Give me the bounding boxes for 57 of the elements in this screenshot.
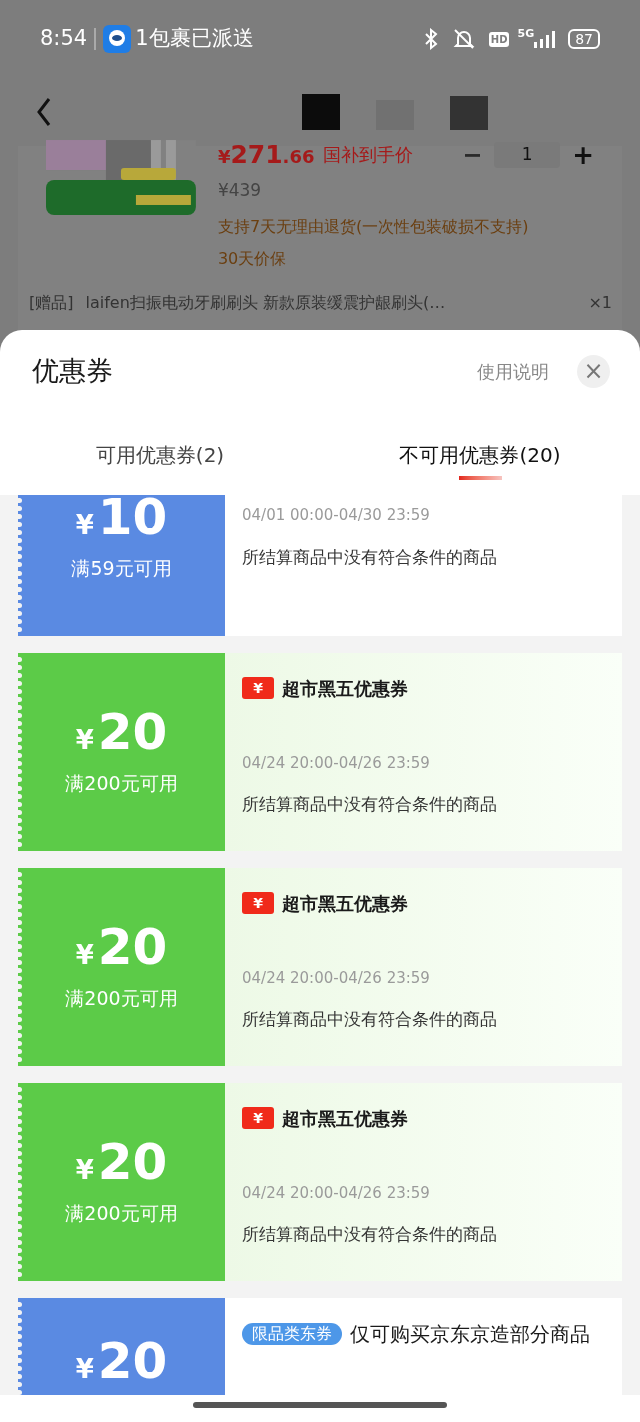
coupon-amount: 20 — [97, 1136, 168, 1187]
coupon-title: 超市黑五优惠券 — [282, 1106, 408, 1131]
yen-badge: ¥ — [242, 677, 274, 699]
gift-tag: [赠品] — [29, 291, 74, 315]
gift-quantity: ×1 — [588, 292, 612, 314]
coupon-validity: 04/24 20:00-04/26 23:59 — [242, 967, 431, 989]
original-price: ¥439 — [217, 178, 263, 202]
coupon-validity: 04/24 20:00-04/26 23:59 — [242, 1182, 431, 1204]
coupon-condition: 满59元可用 — [71, 555, 172, 581]
decrease-button[interactable]: − — [462, 136, 483, 173]
status-time: 8:54 — [40, 25, 88, 53]
gift-name: laifen扫振电动牙刷刷头 新款原装缓震护龈刷头(… — [85, 292, 447, 314]
coupon-title: 超市黑五优惠券 — [282, 676, 408, 701]
currency-symbol: ¥ — [75, 726, 94, 753]
coupon-validity: 04/01 00:00-04/30 23:59 — [242, 505, 431, 526]
currency-symbol: ¥ — [75, 1156, 94, 1183]
coupon-condition: 满200元可用 — [65, 985, 178, 1011]
coupon-tab[interactable]: 不可用优惠券(20) — [320, 412, 640, 495]
sheet-title: 优惠券 — [32, 353, 114, 388]
category-tag: 限品类东券 — [242, 1323, 342, 1345]
currency-symbol: ¥ — [75, 941, 94, 968]
increase-button[interactable]: + — [572, 141, 594, 168]
yen-badge: ¥ — [242, 892, 274, 914]
battery-indicator: 87 — [568, 29, 600, 49]
coupon-amount: 10 — [97, 495, 168, 542]
current-price: ¥271.66 — [217, 139, 315, 171]
back-icon[interactable] — [36, 97, 52, 127]
app-mascot-icon — [103, 25, 132, 53]
notification-text: 1包裹已派送 — [135, 25, 254, 53]
currency-symbol: ¥ — [75, 1356, 94, 1382]
price-protection: 30天价保 — [217, 248, 288, 270]
yen-badge: ¥ — [242, 1107, 274, 1129]
coupon-reason: 所结算商品中没有符合条件的商品 — [242, 1008, 498, 1031]
coupon-amount: 20 — [97, 706, 168, 757]
coupon-reason: 所结算商品中没有符合条件的商品 — [242, 1223, 498, 1246]
signal-icon — [534, 30, 557, 48]
coupon-tab[interactable]: 可用优惠券(2) — [0, 412, 320, 495]
coupon-reason: 所结算商品中没有符合条件的商品 — [242, 545, 498, 569]
coupon-title: 超市黑五优惠券 — [282, 891, 408, 916]
coupon-title: 限品类东券 仅可购买京东京造部分商品 — [242, 1318, 610, 1350]
coupon-amount: 20 — [97, 1336, 168, 1386]
close-button[interactable]: × — [577, 354, 610, 388]
coupon-condition: 满200元可用 — [65, 1200, 178, 1226]
bluetooth-icon — [422, 28, 439, 50]
coupon-reason: 所结算商品中没有符合条件的商品 — [242, 793, 498, 816]
redaction-block — [302, 94, 340, 130]
network-type: 5G — [517, 26, 535, 42]
hd-badge: HD — [488, 31, 510, 47]
price-label: 国补到手价 — [322, 143, 413, 168]
home-indicator[interactable] — [193, 1401, 447, 1408]
redaction-block — [450, 96, 488, 130]
currency-symbol: ¥ — [75, 511, 94, 538]
coupon-condition: 满200元可用 — [65, 770, 178, 796]
return-policy: 支持7天无理由退货(一次性包装破损不支持) — [217, 216, 530, 238]
usage-instructions-link[interactable]: 使用说明 — [477, 357, 549, 385]
coupon-amount: 20 — [97, 921, 168, 972]
coupon-validity: 04/24 20:00-04/26 23:59 — [242, 752, 431, 774]
